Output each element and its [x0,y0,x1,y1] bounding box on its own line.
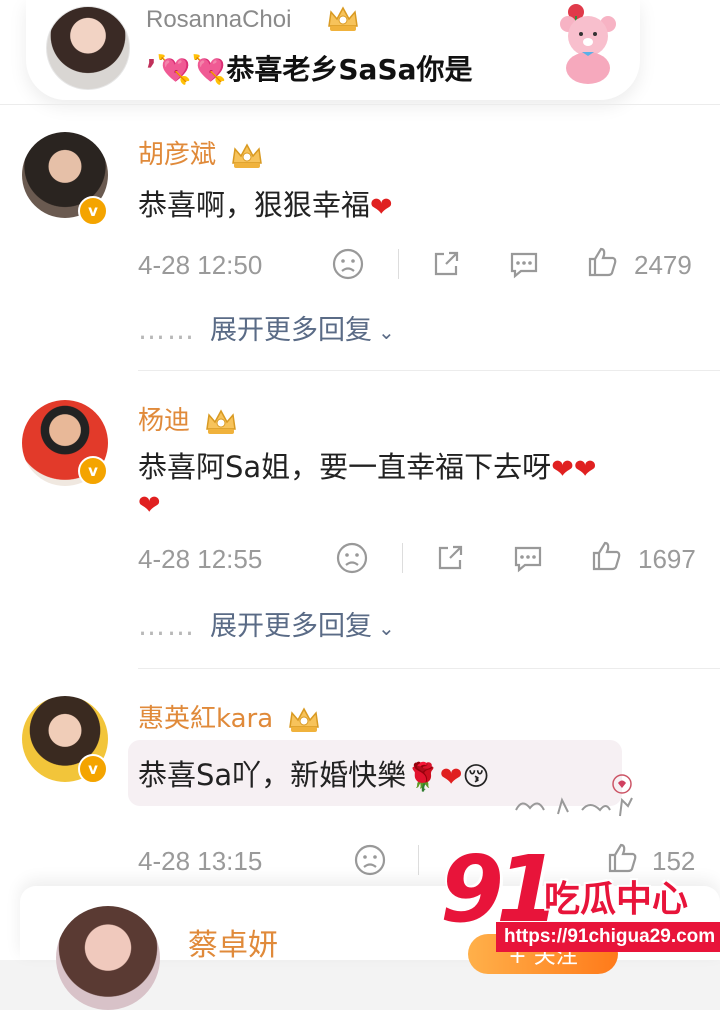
comment-text: 恭喜Sa吖，新婚快樂🌹❤😚 [138,758,490,793]
comment-user-name[interactable]: 惠英紅kara [138,698,321,735]
user-card-name[interactable]: 蔡卓妍 [188,920,278,964]
heart-icon: ❤ [573,453,597,485]
comment-timestamp: 4-28 12:50 [138,250,263,280]
heart-icon: ❤ [439,761,463,793]
crown-icon [289,706,320,732]
watermark-url: https://91chigua29.com [496,922,720,952]
avatar[interactable] [56,906,160,1010]
reply-icon[interactable] [506,246,542,282]
crown-icon [206,408,237,434]
like-icon[interactable] [588,538,624,574]
comment-text: 恭喜啊，狠狠幸福❤ [138,188,393,223]
reply-icon[interactable] [510,540,546,576]
pinned-comment-card[interactable]: RosannaChoi ’💘💘恭喜老乡SaSa你是 [26,0,640,100]
verified-icon: v [78,196,108,226]
heart-icon: 💘 [156,53,192,86]
like-count: 2479 [634,250,692,280]
comment-user-name[interactable]: 杨迪 [138,400,238,437]
pinned-comment-text: ’💘💘恭喜老乡SaSa你是 [146,53,473,86]
comment-user-name[interactable]: 胡彦斌 [138,134,264,171]
expand-replies-link[interactable]: …… 展开更多回复 ⌄ [138,604,395,643]
dislike-face-icon[interactable] [330,246,366,282]
comment-item: v 胡彦斌 恭喜啊，狠狠幸福❤ 4-28 12:50 2479 …… 展开更多回… [0,104,720,370]
comment-feed: RosannaChoi ’💘💘恭喜老乡SaSa你是 v 胡彦斌 恭喜啊，狠狠幸福… [0,0,720,1010]
crown-icon [232,142,263,168]
separator [398,249,399,279]
comment-item: v 杨迪 恭喜阿Sa姐，要一直幸福下去呀❤❤ ❤ 4-28 12:55 1697… [0,370,720,666]
avatar[interactable] [46,6,130,90]
pinned-user-name[interactable]: RosannaChoi [146,6,291,34]
like-count: 1697 [638,544,696,574]
verified-icon: v [78,754,108,784]
comment-text-wrap: ❤ [138,486,161,521]
dislike-face-icon[interactable] [352,842,388,878]
chevron-down-icon: ⌄ [378,320,395,344]
like-icon[interactable] [584,244,620,280]
heart-icon: ❤ [370,191,393,223]
share-icon[interactable] [428,246,464,282]
dislike-face-icon[interactable] [334,540,370,576]
watermark-title: 吃瓜中心 [544,879,689,920]
separator [418,845,419,875]
comment-timestamp: 4-28 12:55 [138,544,263,574]
bear-sticker-icon [560,4,616,84]
hand-gesture-sticker-icon [515,774,633,817]
verified-icon: v [78,456,108,486]
chevron-down-icon: ⌄ [378,616,395,640]
share-icon[interactable] [432,540,468,576]
comment-text: 恭喜阿Sa姐，要一直幸福下去呀❤❤ [138,450,597,485]
comment-timestamp: 4-28 13:15 [138,846,263,876]
expand-replies-link[interactable]: …… 展开更多回复 ⌄ [138,308,395,347]
heart-icon: ❤ [551,453,574,485]
separator [402,543,403,573]
heart-icon: ❤ [138,489,161,521]
rose-icon: 🌹 [406,762,440,793]
blush-face-icon: 😚 [462,762,490,792]
watermark: 91 吃瓜中心 https://91chigua29.com [436,836,720,960]
crown-icon [328,6,358,31]
heart-icon: 💘 [191,53,227,86]
